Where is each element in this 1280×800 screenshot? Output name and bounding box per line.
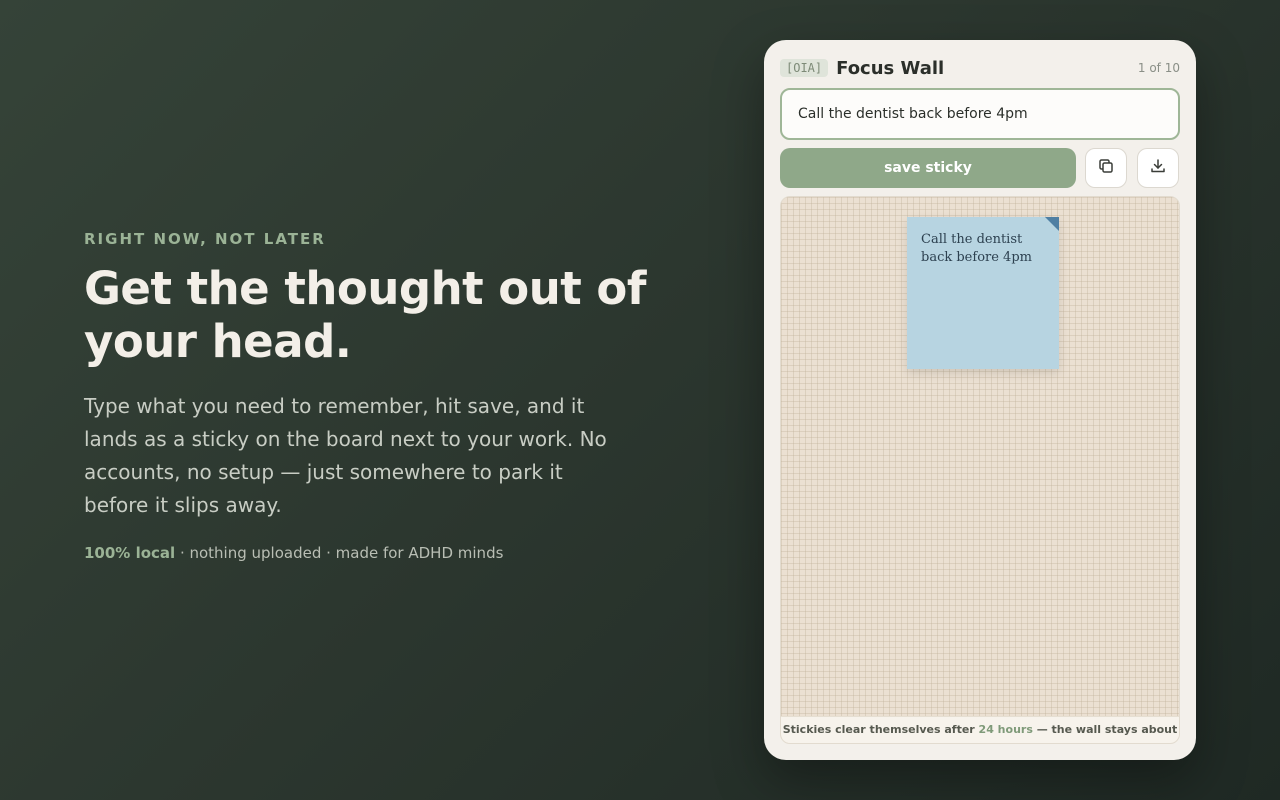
panel-header: [OIA] Focus Wall 1 of 10 — [780, 56, 1180, 80]
sticky-note[interactable]: Call the dentist back before 4pm — [907, 217, 1059, 369]
download-button[interactable] — [1137, 148, 1179, 188]
copy-button[interactable] — [1085, 148, 1127, 188]
hero-meta: 100% local · nothing uploaded · made for… — [84, 544, 724, 562]
sticky-text: Call the dentist back before 4pm — [921, 232, 1032, 265]
sticky-corner-fold — [1045, 217, 1059, 231]
focus-wall-panel: [OIA] Focus Wall 1 of 10 save sticky Cal… — [764, 40, 1196, 760]
footer-duration: 24 hours — [978, 723, 1033, 736]
meta-details: · nothing uploaded · made for ADHD minds — [175, 544, 504, 562]
panel-title: Focus Wall — [836, 57, 945, 79]
hero-headline: Get the thought out of your head. — [84, 262, 646, 368]
board-footer-note: Stickies clear themselves after 24 hours… — [781, 716, 1179, 743]
eyebrow-label: RIGHT NOW, NOT LATER — [84, 230, 326, 248]
copy-icon — [1097, 157, 1115, 179]
hero-description: Type what you need to remember, hit save… — [84, 394, 607, 517]
meta-local-label: 100% local — [84, 544, 176, 562]
sticky-counter: 1 of 10 — [1137, 61, 1180, 75]
sticky-board[interactable]: Call the dentist back before 4pm Stickie… — [780, 196, 1180, 744]
download-icon — [1149, 157, 1167, 179]
footer-prefix: Stickies clear themselves after — [782, 723, 979, 736]
app-badge: [OIA] — [780, 59, 829, 77]
note-input[interactable] — [780, 88, 1180, 140]
hero-section: RIGHT NOW, NOT LATER Get the thought out… — [84, 230, 724, 562]
save-sticky-button[interactable]: save sticky — [780, 148, 1076, 188]
